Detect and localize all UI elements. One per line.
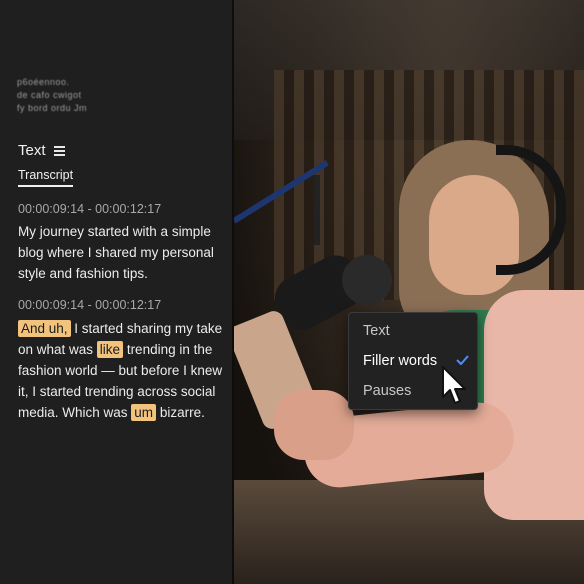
checkmark-icon [456, 355, 469, 365]
panel-title: Text [18, 142, 65, 159]
timestamp: 00:00:09:14 - 00:00:12:17 [18, 202, 162, 216]
filler-word-highlight[interactable]: like [96, 341, 124, 358]
blurred-header-text: p6oéennoo. de cafo cwigot fy bord ordu J… [17, 77, 88, 113]
filler-word-highlight[interactable]: And uh, [18, 320, 71, 337]
filler-word-highlight[interactable]: um [131, 404, 157, 421]
transcript-paragraph[interactable]: And uh, I started sharing my take on wha… [18, 318, 223, 423]
tab-transcript[interactable]: Transcript [18, 168, 74, 187]
transcript-panel: p6oéennoo. de cafo cwigot fy bord ordu J… [0, 0, 232, 584]
video-preview [234, 0, 584, 584]
transcript-paragraph[interactable]: My journey started with a simple blog wh… [18, 221, 223, 284]
menu-item-text[interactable]: Text [363, 323, 390, 339]
panel-title-label: Text [18, 142, 46, 159]
timestamp: 00:00:09:14 - 00:00:12:17 [18, 298, 162, 312]
menu-icon[interactable] [53, 146, 65, 156]
menu-item-pauses[interactable]: Pauses [363, 383, 411, 399]
transcript-text: bizarre. [156, 405, 205, 420]
mouse-cursor-icon [442, 366, 466, 404]
menu-item-filler-words[interactable]: Filler words [363, 353, 437, 369]
